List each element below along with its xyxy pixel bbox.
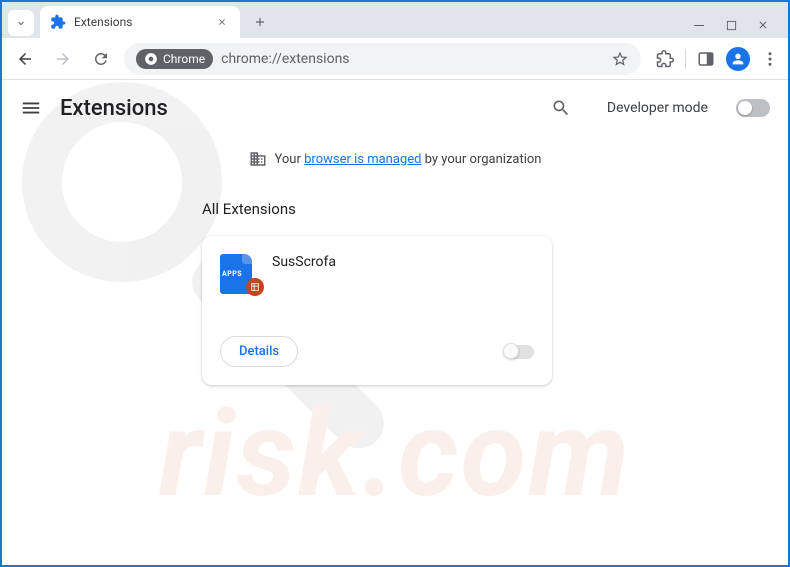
new-tab-button[interactable]: [246, 8, 274, 36]
tab-search-button[interactable]: [8, 10, 34, 36]
sidepanel-icon: [697, 50, 715, 68]
tab-close-button[interactable]: [214, 14, 230, 30]
arrow-left-icon: [16, 50, 34, 68]
extensions-button[interactable]: [655, 49, 675, 69]
chrome-chip: Chrome: [136, 49, 213, 69]
developer-mode-label: Developer mode: [607, 100, 708, 116]
reload-button[interactable]: [86, 44, 116, 74]
page-header: Extensions Developer mode: [2, 80, 788, 136]
page-title: Extensions: [60, 96, 168, 121]
toggle-knob: [503, 343, 519, 359]
star-icon[interactable]: [611, 50, 629, 68]
managed-prefix: Your: [275, 152, 305, 167]
extension-name: SusScrofa: [272, 254, 336, 324]
close-window-button[interactable]: [756, 18, 770, 32]
managed-suffix: by your organization: [421, 152, 541, 167]
address-bar[interactable]: Chrome chrome://extensions: [124, 43, 641, 75]
building-icon: [249, 150, 267, 168]
side-panel-button[interactable]: [696, 49, 716, 69]
chrome-chip-label: Chrome: [163, 52, 205, 66]
developer-mode-toggle[interactable]: [736, 99, 770, 117]
chrome-icon: [144, 52, 158, 66]
extension-icon: APPS: [220, 254, 256, 290]
menu-button[interactable]: [760, 49, 780, 69]
puzzle-outline-icon: [656, 50, 674, 68]
window-controls: [692, 18, 782, 32]
managed-banner: Your browser is managed by your organiza…: [2, 136, 788, 176]
extension-toggle[interactable]: [504, 345, 534, 359]
details-button[interactable]: Details: [220, 336, 298, 367]
url-text: chrome://extensions: [221, 51, 603, 67]
minimize-button[interactable]: [692, 18, 706, 32]
section-title: All Extensions: [202, 200, 788, 218]
toolbar-divider: [685, 49, 686, 69]
main-content: All Extensions APPS SusScrofa Details: [2, 176, 788, 385]
search-button[interactable]: [551, 98, 571, 118]
extension-icon-text: APPS: [222, 270, 242, 278]
more-vert-icon: [761, 50, 779, 68]
maximize-icon: [726, 20, 737, 31]
maximize-button[interactable]: [724, 18, 738, 32]
extension-card: APPS SusScrofa Details: [202, 236, 552, 385]
chevron-down-icon: [15, 17, 27, 29]
extension-badge-icon: [246, 278, 264, 296]
person-icon: [730, 51, 746, 67]
profile-avatar[interactable]: [726, 47, 750, 71]
close-icon: [757, 19, 769, 31]
forward-button[interactable]: [48, 44, 78, 74]
minimize-icon: [693, 19, 705, 31]
managed-link[interactable]: browser is managed: [304, 152, 421, 167]
tab-title: Extensions: [74, 15, 206, 29]
hamburger-menu-button[interactable]: [20, 97, 42, 119]
reload-icon: [92, 50, 110, 68]
arrow-right-icon: [54, 50, 72, 68]
back-button[interactable]: [10, 44, 40, 74]
plus-icon: [253, 15, 267, 29]
tab-bar: Extensions: [2, 2, 788, 38]
browser-tab[interactable]: Extensions: [40, 6, 240, 38]
browser-toolbar: Chrome chrome://extensions: [2, 38, 788, 80]
puzzle-piece-icon: [50, 14, 66, 30]
close-icon: [217, 17, 227, 27]
toggle-knob: [738, 101, 752, 115]
